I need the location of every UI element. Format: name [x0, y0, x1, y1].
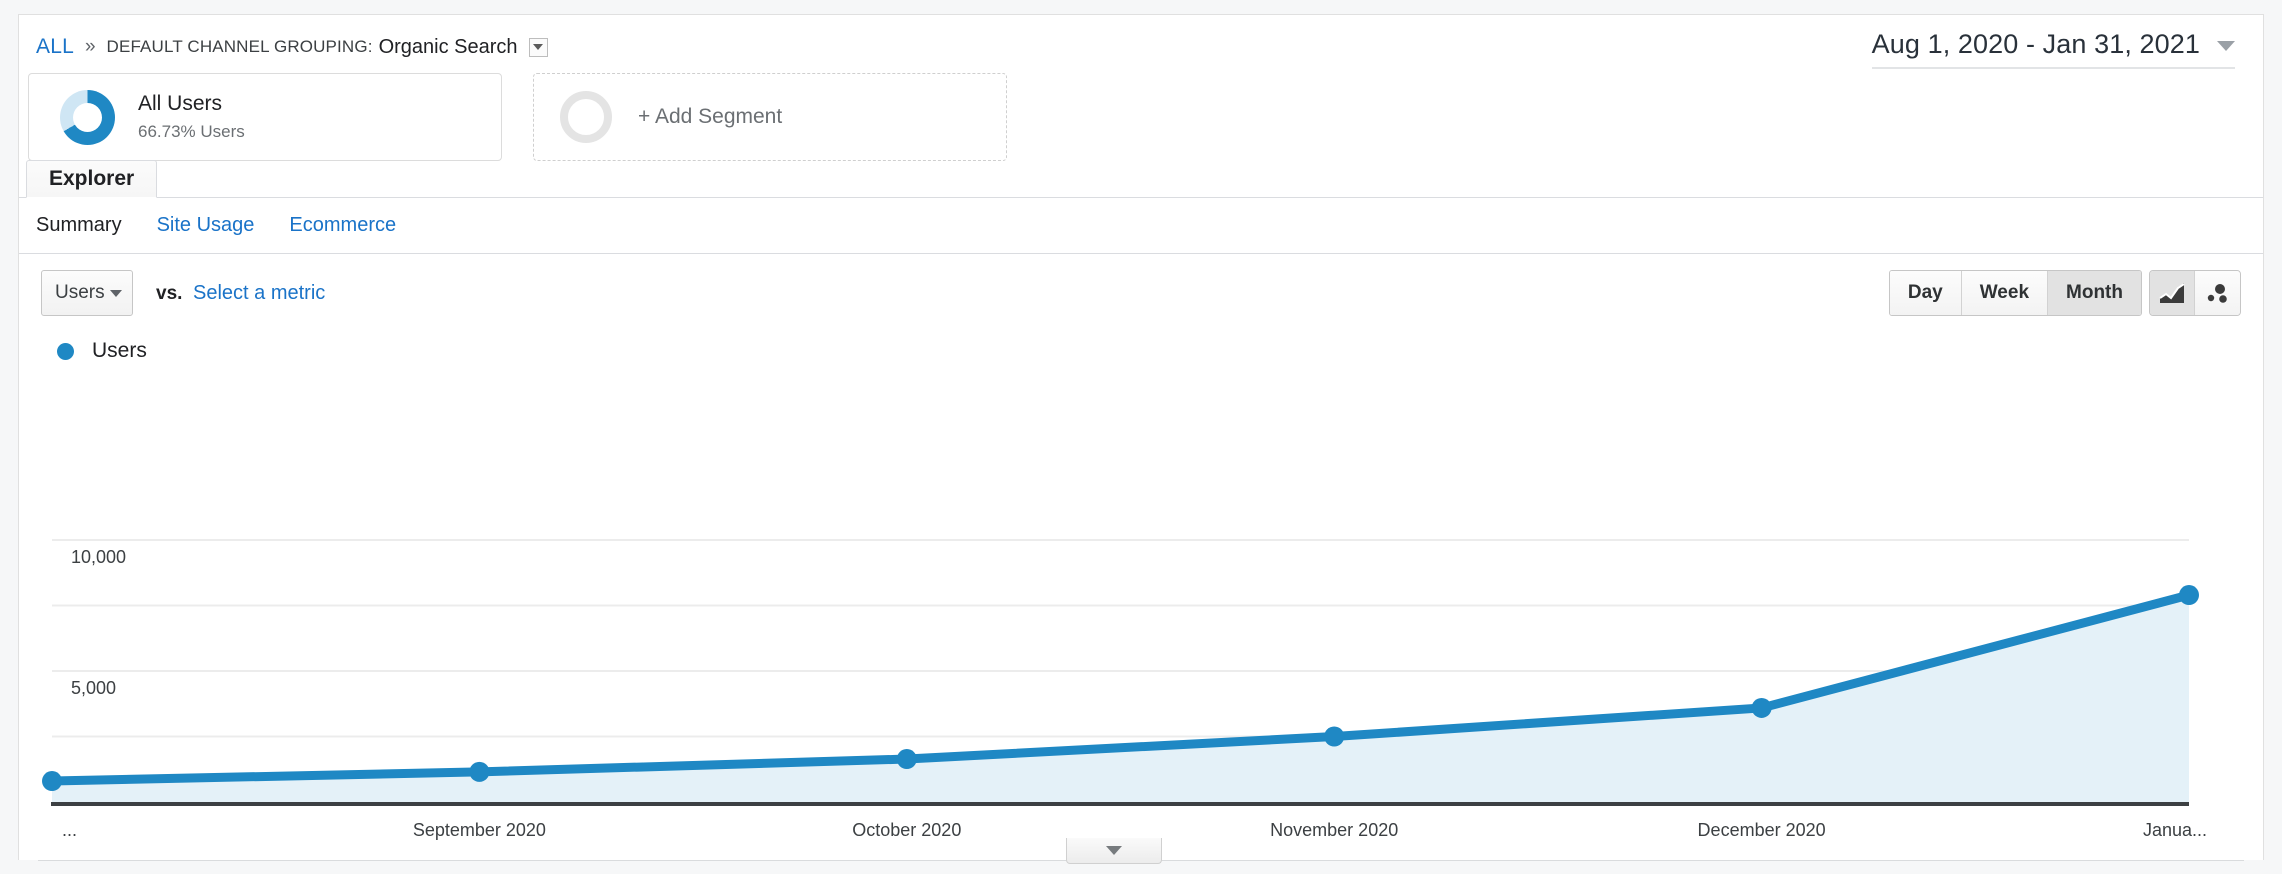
- chevron-down-icon: [2217, 41, 2235, 51]
- motion-chart-icon[interactable]: [2195, 271, 2240, 315]
- primary-tabstrip: Explorer: [19, 160, 2263, 198]
- x-axis-tick-label: ...: [62, 820, 78, 840]
- granularity-toggle-group: Day Week Month: [1888, 270, 2142, 316]
- secondary-tabstrip: Summary Site Usage Ecommerce: [19, 198, 2263, 254]
- select-a-metric-link[interactable]: Select a metric: [193, 282, 325, 305]
- breadcrumb-dimension-label: DEFAULT CHANNEL GROUPING:: [106, 37, 373, 56]
- date-range-selector[interactable]: Aug 1, 2020 - Jan 31, 2021: [1871, 29, 2235, 69]
- tab-ecommerce[interactable]: Ecommerce: [289, 214, 396, 237]
- x-axis-tick-label: October 2020: [852, 820, 962, 840]
- segment-subtitle: 66.73% Users: [138, 122, 245, 142]
- add-segment-label: + Add Segment: [638, 105, 783, 128]
- y-axis-tick-label: 5,000: [71, 678, 117, 698]
- x-axis-tick-label: Janua...: [2142, 820, 2207, 840]
- tab-summary[interactable]: Summary: [36, 214, 122, 237]
- chart-canvas[interactable]: [19, 370, 2265, 825]
- x-axis-tick-label: November 2020: [1270, 820, 1399, 840]
- analytics-report-page: ALL » DEFAULT CHANNEL GROUPING: Organic …: [0, 0, 2282, 874]
- collapse-chart-handle[interactable]: [1066, 838, 1162, 864]
- empty-ring-icon: [560, 91, 612, 143]
- chart-legend: Users: [57, 339, 147, 363]
- segments-row: All Users 66.73% Users + Add Segment: [19, 73, 2263, 165]
- granularity-day-button[interactable]: Day: [1889, 271, 1962, 315]
- breadcrumb-dimension-value: Organic Search: [378, 35, 518, 58]
- segment-name: All Users: [138, 92, 223, 116]
- add-segment-button[interactable]: + Add Segment: [533, 73, 1007, 161]
- granularity-month-button[interactable]: Month: [2048, 271, 2141, 315]
- chevron-down-icon: [1106, 846, 1122, 855]
- chevron-down-icon: [110, 289, 122, 297]
- segment-text: All Users 66.73% Users: [138, 90, 245, 143]
- tab-explorer[interactable]: Explorer: [26, 160, 158, 198]
- x-axis-tick-label: September 2020: [412, 820, 546, 840]
- line-chart-icon[interactable]: [2150, 271, 2195, 315]
- users-line-chart[interactable]: ... September 2020 October 2020 November 20…: [19, 370, 2265, 840]
- report-card: ALL » DEFAULT CHANNEL GROUPING: Organic …: [18, 14, 2265, 861]
- chart-controls-row: Users vs. Select a metric Day Week Month: [19, 254, 2263, 336]
- chart-type-toggle-group: [2149, 270, 2241, 316]
- header-row: ALL » DEFAULT CHANNEL GROUPING: Organic …: [19, 15, 2263, 77]
- date-range-value: Aug 1, 2020 - Jan 31, 2021: [1871, 29, 2200, 59]
- x-axis-tick-label: December 2020: [1697, 820, 1826, 840]
- legend-series-label: Users: [92, 339, 147, 362]
- metric-select-value: Users: [55, 282, 105, 303]
- vs-label: vs.: [156, 283, 183, 304]
- chevron-down-icon[interactable]: [528, 37, 548, 57]
- tab-site-usage[interactable]: Site Usage: [157, 214, 255, 237]
- breadcrumb-all-link[interactable]: ALL: [36, 35, 74, 59]
- breadcrumb: ALL » DEFAULT CHANNEL GROUPING: Organic …: [36, 35, 548, 59]
- granularity-week-button[interactable]: Week: [1961, 271, 2049, 315]
- y-axis-tick-label: 10,000: [71, 547, 127, 567]
- segment-all-users[interactable]: All Users 66.73% Users: [28, 73, 502, 161]
- breadcrumb-separator: »: [84, 36, 96, 57]
- legend-color-swatch: [57, 342, 74, 360]
- donut-chart-icon: [60, 89, 115, 145]
- metric-select[interactable]: Users: [41, 270, 133, 316]
